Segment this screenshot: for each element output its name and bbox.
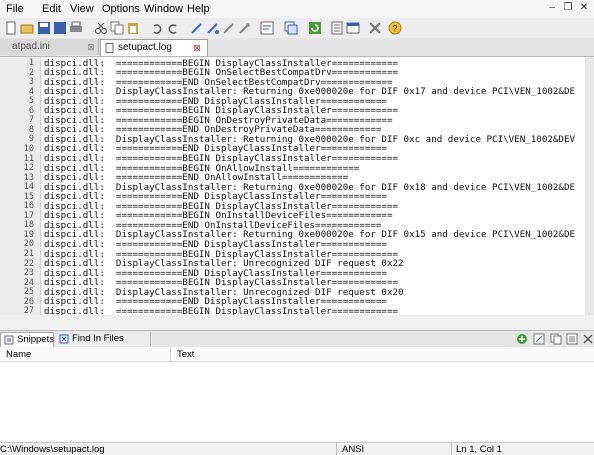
line-number: 20 [23,239,34,250]
column-divider[interactable] [170,347,171,361]
svg-text:?: ? [392,24,397,34]
tab-find-in-files-results[interactable]: Find In Files Results [56,332,151,358]
line-number: 17 [23,210,34,221]
cut-icon[interactable] [94,21,108,35]
line-number-gutter: 1 2 3 4 5 6 7 8 9 10 11 12 13 14 15 16 17 18 19 20 21 22 23 24 2… [0,57,41,315]
line-number: 23 [23,268,34,279]
line-number: 15 [23,191,34,202]
status-bar: C:\Windows\setupact.log ANSI Ln 1, Col 1 [0,442,594,455]
line-number: 25 [23,287,34,298]
minimize-button[interactable]: – [546,2,558,14]
menu-bar: File Edit View Options Window Help – ❐ ✕ [0,0,594,18]
close-tab-icon[interactable]: ⊠ [192,43,202,53]
results-column-headers: Name Text [0,347,594,362]
tab-icon[interactable] [284,21,298,35]
status-cursor-position: Ln 1, Col 1 [456,444,502,455]
find-results-icon [59,334,69,344]
save-icon[interactable] [37,21,51,35]
close-tab-icon[interactable]: ⊠ [86,42,96,52]
status-encoding: ANSI [342,444,365,455]
undo-icon[interactable] [150,21,164,35]
redo-icon[interactable] [166,21,180,35]
menu-help[interactable]: Help [187,3,210,15]
toolbar: ? [0,18,594,39]
line-number: 12 [23,163,34,174]
line-number: 1 [28,58,34,68]
tab-snippets[interactable]: Snippets [0,332,54,347]
tab-atpad-ini[interactable]: atpad.ini ⊠ [0,39,99,55]
line-number: 7 [28,115,34,126]
menu-file[interactable]: File [6,3,24,15]
word-wrap-icon[interactable] [260,21,274,35]
line-number: 26 [23,296,34,307]
tab-label: atpad.ini [12,41,50,52]
line-number: 27 [23,306,34,315]
bottom-panel-tabs: Snippets Find In Files Results [0,330,594,358]
column-text[interactable]: Text [177,349,194,360]
line-number: 8 [28,124,34,135]
line-number: 4 [28,86,34,97]
add-snippet-icon[interactable] [516,333,528,345]
status-divider [336,443,337,455]
vertical-scrollbar[interactable] [585,57,594,315]
snippet-properties-icon[interactable] [566,333,578,345]
status-divider [451,443,452,455]
edit-snippet-icon[interactable] [533,333,545,345]
print-icon[interactable] [69,21,83,35]
tab-label: Snippets [17,334,54,345]
line-number: 14 [23,182,34,193]
help-icon[interactable]: ? [388,21,402,35]
replace-icon[interactable] [222,21,236,35]
close-window-button[interactable]: ✕ [578,2,590,14]
tools-icon[interactable] [368,21,382,35]
line-number: 2 [28,67,34,78]
code-line[interactable]: dispci.dll: ============BEGIN DisplayCla… [44,306,398,315]
menu-options[interactable]: Options [102,3,140,15]
line-number: 10 [23,143,34,154]
copy-icon[interactable] [110,21,124,35]
line-number: 24 [23,277,34,288]
properties-icon[interactable] [330,21,344,35]
line-number: 3 [28,77,34,88]
line-number: 19 [23,229,34,240]
find-icon[interactable] [190,21,204,35]
line-number: 16 [23,201,34,212]
new-file-icon[interactable] [4,21,18,35]
open-folder-icon[interactable] [20,21,34,35]
menu-edit[interactable]: Edit [42,3,61,15]
line-number: 6 [28,105,34,116]
restore-button[interactable]: ❐ [562,2,574,14]
line-number: 5 [28,96,34,107]
line-number: 21 [23,249,34,259]
refresh-icon[interactable] [308,21,322,35]
paste-icon[interactable] [126,21,140,35]
document-tabs: atpad.ini ⊠ setupact.log ⊠ [0,38,594,57]
tab-label: setupact.log [118,42,172,53]
save-all-icon[interactable] [53,21,67,35]
find-next-icon[interactable] [206,21,220,35]
document-icon [105,43,114,53]
line-number: 22 [23,258,34,269]
column-name[interactable]: Name [6,349,31,360]
goto-icon[interactable] [238,21,252,35]
tab-setupact-log[interactable]: setupact.log ⊠ [100,39,208,56]
close-panel-icon[interactable] [582,333,594,345]
menu-view[interactable]: View [70,3,94,15]
status-file-path: C:\Windows\setupact.log [0,444,105,455]
copy-snippet-icon[interactable] [550,333,562,345]
line-number: 11 [23,153,34,164]
line-number: 13 [23,172,34,183]
menu-window[interactable]: Window [144,3,183,15]
line-number: 9 [28,134,34,145]
snippets-icon [4,335,14,345]
options-icon[interactable] [346,21,360,35]
line-number: 18 [23,220,34,231]
text-editor[interactable]: 1 2 3 4 5 6 7 8 9 10 11 12 13 14 15 16 17 18 19 20 21 22 23 24 2… [0,57,594,315]
